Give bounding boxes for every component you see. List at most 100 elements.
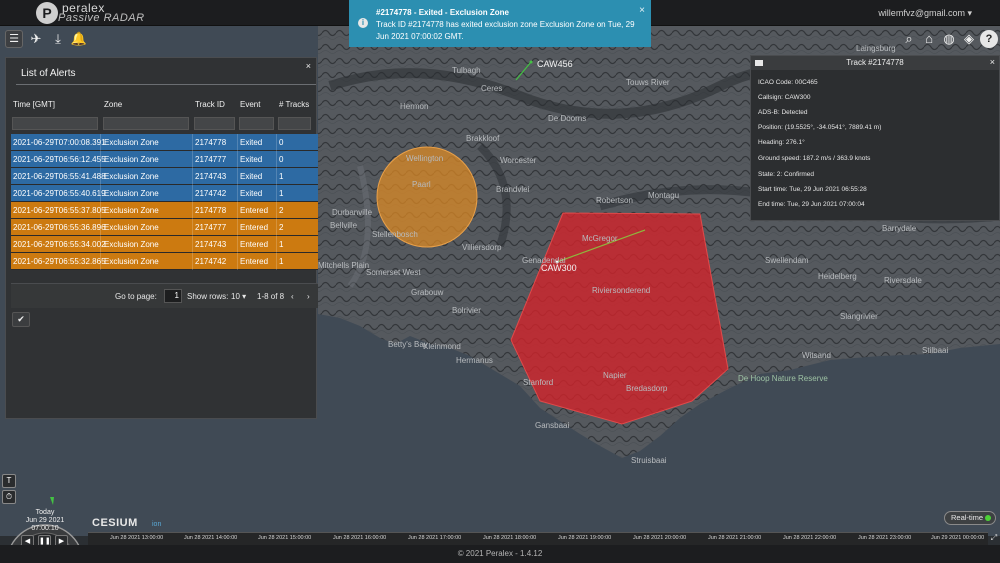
cell-time: 2021-06-29T06:55:41.488	[13, 172, 106, 181]
track-close-button[interactable]: ×	[990, 57, 995, 67]
track-ground-speed: Ground speed: 187.2 m/s / 363.9 knots	[758, 155, 871, 162]
filter-zone-input[interactable]	[103, 117, 189, 130]
peralex-logo: P	[36, 2, 58, 24]
fullscreen-icon[interactable]: ⤢	[988, 533, 1000, 545]
place-label: De Doorns	[548, 114, 587, 123]
table-row[interactable]: 2021-06-29T06:55:40.619 Exclusion Zone 2…	[11, 185, 318, 202]
help-icon[interactable]: ?	[980, 30, 998, 48]
filter-event-input[interactable]	[239, 117, 274, 130]
goto-page-label: Go to page:	[115, 292, 157, 301]
table-row[interactable]: 2021-06-29T06:55:34.002 Exclusion Zone 2…	[11, 236, 318, 253]
timeline-tick: Jun 28 2021 22:00:00	[783, 535, 837, 541]
cesium-ion-label: ion	[152, 521, 162, 528]
table-row[interactable]: 2021-06-29T06:55:32.865 Exclusion Zone 2…	[11, 253, 318, 270]
place-label: De Hoop Nature Reserve	[738, 374, 828, 383]
user-email: willemfvz@gmail.com	[878, 8, 965, 18]
copyright: © 2021 Peralex - 1.4.12	[457, 549, 543, 558]
place-label: McGregor	[582, 234, 618, 243]
cell-event: Exited	[240, 155, 263, 164]
column-header-time[interactable]: Time [GMT]	[13, 100, 55, 109]
place-label: Riviersonderend	[592, 286, 651, 295]
home-icon[interactable]: ⌂	[920, 30, 938, 48]
alerts-table-header: Time [GMT] Zone Track ID Event # Tracks	[11, 96, 318, 114]
confirm-button[interactable]: ✔	[12, 312, 30, 327]
column-header-tracks[interactable]: # Tracks	[279, 100, 309, 109]
column-divider	[276, 219, 277, 236]
cell-event: Entered	[240, 206, 269, 215]
column-divider	[276, 151, 277, 168]
place-label: Robertson	[596, 196, 633, 205]
table-row[interactable]: 2021-06-29T06:55:41.488 Exclusion Zone 2…	[11, 168, 318, 185]
column-header-zone[interactable]: Zone	[104, 100, 122, 109]
cell-event: Entered	[240, 257, 269, 266]
place-label: Hermon	[400, 102, 429, 111]
track-callsign: Callsign: CAW300	[758, 94, 811, 101]
column-divider	[100, 151, 101, 168]
next-page-button[interactable]: ›	[307, 292, 310, 301]
place-label: Kleinmond	[423, 342, 461, 351]
notification-toast[interactable]: i #2174778 - Exited - Exclusion Zone Tra…	[349, 0, 651, 47]
cell-tracks: 1	[279, 240, 284, 249]
column-divider	[100, 236, 101, 253]
column-divider	[192, 253, 193, 270]
column-divider	[237, 168, 238, 185]
filter-track-id-input[interactable]	[194, 117, 235, 130]
search-icon[interactable]: ⌕	[900, 30, 918, 48]
column-divider	[237, 134, 238, 151]
cell-time: 2021-06-29T06:55:40.619	[13, 189, 106, 198]
cell-tracks: 0	[279, 138, 284, 147]
timeline-tick: Jun 28 2021 16:00:00	[333, 535, 387, 541]
toggle-t-button[interactable]: T	[2, 474, 16, 488]
cesium-logo[interactable]: CESIUM	[92, 517, 138, 529]
pagination-bar: Go to page: 1 Show rows: 10 ▾ 1-8 of 8 ‹…	[11, 283, 318, 308]
realtime-toggle[interactable]: Real-time	[944, 511, 996, 525]
table-row[interactable]: 2021-06-29T06:56:12.455 Exclusion Zone 2…	[11, 151, 318, 168]
cell-track-id: 2174743	[195, 240, 227, 249]
globe-icon[interactable]: ◍	[940, 30, 958, 48]
column-header-event[interactable]: Event	[240, 100, 260, 109]
column-divider	[100, 185, 101, 202]
page-number-input[interactable]: 1	[164, 289, 182, 303]
timeline-tick: Jun 28 2021 15:00:00	[258, 535, 312, 541]
column-divider	[192, 202, 193, 219]
cell-track-id: 2174778	[195, 138, 227, 147]
prev-page-button[interactable]: ‹	[291, 292, 294, 301]
download-icon[interactable]: ⤓	[49, 30, 67, 48]
timeline-bar[interactable]: Jun 28 2021 13:00:00 Jun 28 2021 14:00:0…	[88, 532, 988, 545]
place-label: Betty's Bay	[388, 340, 428, 349]
cell-tracks: 2	[279, 206, 284, 215]
column-divider	[100, 134, 101, 151]
notification-close-button[interactable]: ×	[639, 5, 645, 16]
cell-zone: Exclusion Zone	[104, 257, 159, 266]
place-label: Montagu	[648, 191, 680, 200]
place-label: Paarl	[412, 180, 431, 189]
filter-time-input[interactable]	[12, 117, 98, 130]
table-row[interactable]: 2021-06-29T06:55:37.805 Exclusion Zone 2…	[11, 202, 318, 219]
cell-zone: Exclusion Zone	[104, 155, 159, 164]
track-panel-header: Track #2174778 ×	[751, 56, 999, 70]
filter-tracks-input[interactable]	[278, 117, 311, 130]
column-divider	[276, 236, 277, 253]
callsign-caw456[interactable]: CAW456	[537, 59, 573, 69]
timeline-tick: Jun 28 2021 20:00:00	[633, 535, 687, 541]
realtime-label: Real-time	[951, 513, 984, 522]
place-label: Heidelberg	[818, 272, 857, 281]
cell-tracks: 2	[279, 223, 284, 232]
bell-icon[interactable]: 🔔	[70, 30, 88, 48]
column-header-track-id[interactable]: Track ID	[195, 100, 225, 109]
layers-icon[interactable]: ◈	[960, 30, 978, 48]
track-marker-caw456[interactable]	[529, 60, 533, 64]
table-row[interactable]: 2021-06-29T06:55:36.896 Exclusion Zone 2…	[11, 219, 318, 236]
cell-event: Entered	[240, 223, 269, 232]
cell-zone: Exclusion Zone	[104, 189, 159, 198]
track-position: Position: (19.5525°, -34.0541°, 7889.41 …	[758, 124, 882, 131]
menu-icon[interactable]: ☰	[5, 30, 23, 48]
column-divider	[237, 202, 238, 219]
alerts-close-button[interactable]: ×	[306, 61, 311, 71]
rows-per-page-select[interactable]: 10 ▾	[231, 292, 246, 301]
place-label: Wellington	[406, 154, 444, 163]
place-label: Ceres	[481, 84, 503, 93]
airplane-icon[interactable]: ✈	[27, 30, 45, 48]
table-row[interactable]: 2021-06-29T07:00:08.391 Exclusion Zone 2…	[11, 134, 318, 151]
user-menu[interactable]: willemfvz@gmail.com ▾	[878, 8, 972, 19]
